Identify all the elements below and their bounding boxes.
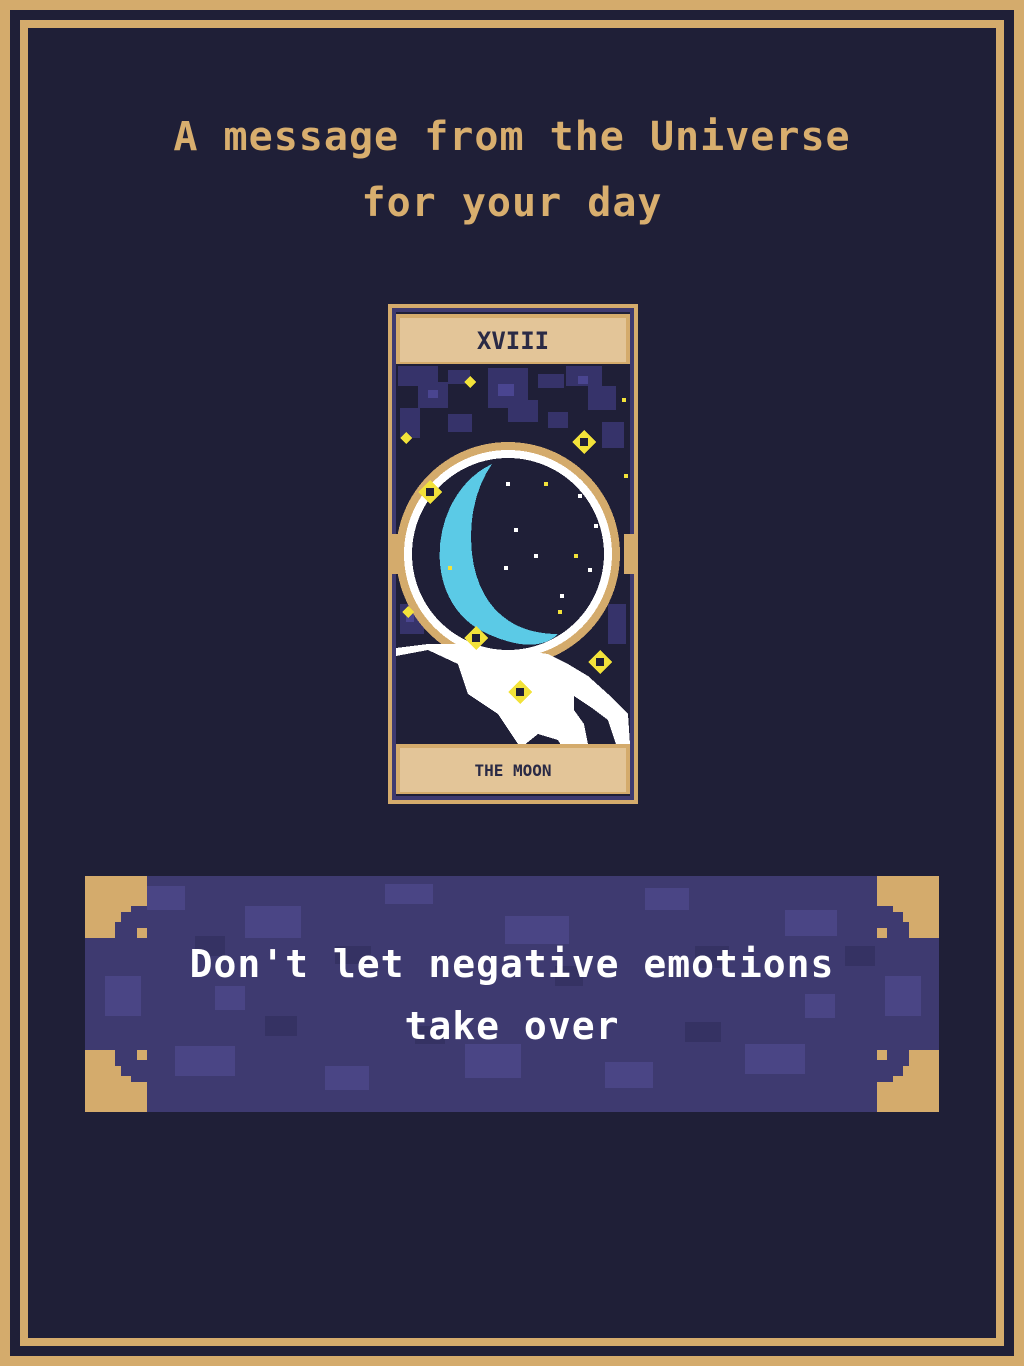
heading-line-1: A message from the Universe [173, 114, 851, 160]
heading-line-2: for your day [361, 180, 663, 226]
message-line-2: take over [404, 1004, 620, 1048]
banner-texture [105, 884, 921, 1090]
card-name: THE MOON [474, 761, 551, 780]
message-line-1: Don't let negative emotions [189, 942, 835, 986]
banner-corner-bottom-right [877, 1050, 939, 1112]
message-banner: Don't let negative emotions take over [85, 876, 939, 1112]
card-numeral: XVIII [477, 327, 549, 355]
banner-corner-top-right [877, 876, 939, 938]
banner-corner-top-left [85, 876, 147, 938]
banner-corner-bottom-left [85, 1050, 147, 1112]
tarot-card[interactable]: XVIII THE MOON [388, 304, 638, 804]
